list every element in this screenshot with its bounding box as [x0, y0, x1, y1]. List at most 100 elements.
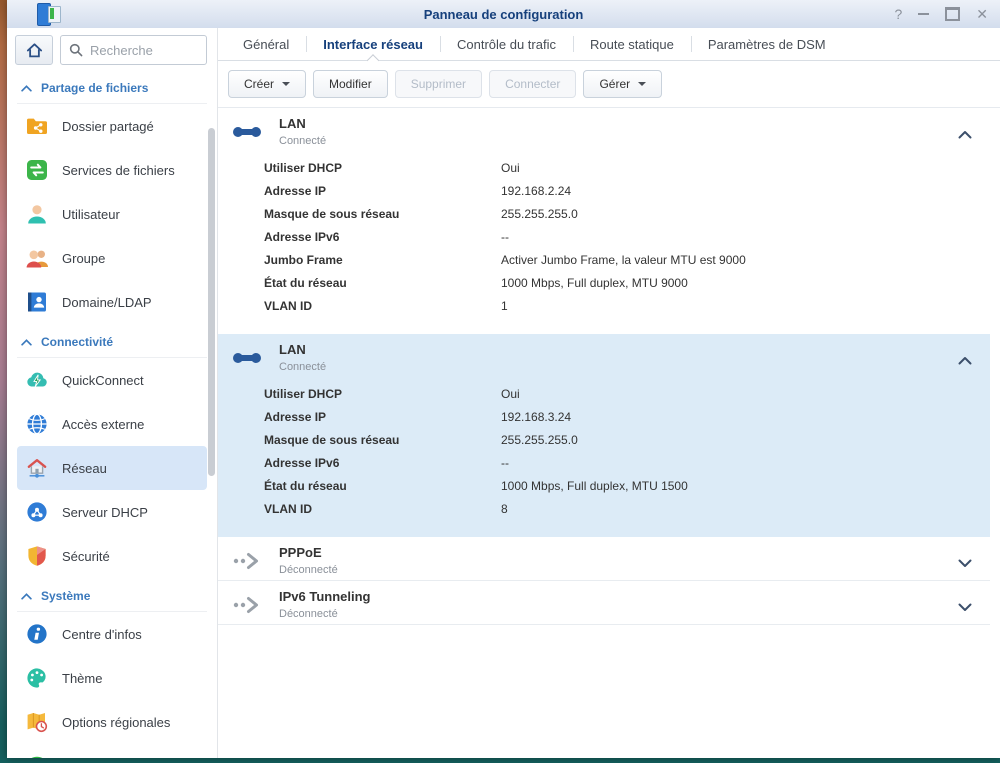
- sidebar-item-label: Dossier partagé: [62, 119, 154, 134]
- field-row: Adresse IP192.168.3.24: [264, 406, 976, 429]
- interface-section-pppoe: PPPoE Déconnecté: [218, 537, 990, 581]
- group-icon: [25, 246, 49, 270]
- dhcp-server-icon: [25, 500, 49, 524]
- help-icon[interactable]: ?: [894, 7, 902, 21]
- modify-button[interactable]: Modifier: [313, 70, 388, 98]
- field-row: État du réseau1000 Mbps, Full duplex, MT…: [264, 272, 976, 295]
- sidebar-item-centre-infos[interactable]: Centre d'infos: [17, 612, 207, 656]
- file-services-icon: [25, 158, 49, 182]
- sidebar-item-label: Centre d'infos: [62, 627, 142, 642]
- interface-status: Connecté: [279, 361, 326, 373]
- sidebar-section-partage[interactable]: Partage de fichiers: [17, 70, 207, 104]
- chat-bubble-icon: [25, 754, 49, 758]
- home-button[interactable]: [15, 35, 53, 65]
- chevron-up-icon: [21, 339, 32, 346]
- close-icon[interactable]: ✕: [976, 7, 988, 21]
- field-row: Utiliser DHCPOui: [264, 383, 976, 406]
- expand-chevron-down-icon[interactable]: [958, 555, 972, 573]
- disconnected-link-icon: [230, 596, 264, 614]
- sidebar-item-label: Réseau: [62, 461, 107, 476]
- sidebar-item-groupe[interactable]: Groupe: [17, 236, 207, 280]
- interface-name: LAN: [279, 116, 326, 131]
- domain-ldap-icon: [25, 290, 49, 314]
- titlebar: Panneau de configuration ? ✕: [7, 0, 1000, 28]
- sidebar-item-utilisateur[interactable]: Utilisateur: [17, 192, 207, 236]
- minimize-icon[interactable]: [918, 13, 929, 15]
- sidebar-item-acces-externe[interactable]: Accès externe: [17, 402, 207, 446]
- interface-header[interactable]: LAN Connecté: [218, 108, 990, 151]
- sidebar-item-label: Sécurité: [62, 549, 110, 564]
- interface-header[interactable]: PPPoE Déconnecté: [218, 537, 990, 580]
- interface-section-lan1: LAN Connecté Utiliser DHCPOui Adresse IP…: [218, 108, 990, 334]
- field-row: Adresse IPv6--: [264, 452, 976, 475]
- expand-chevron-down-icon[interactable]: [958, 599, 972, 617]
- sidebar-item-label: Utilisateur: [62, 207, 120, 222]
- sidebar-section-connectivite[interactable]: Connectivité: [17, 324, 207, 358]
- field-row: Masque de sous réseau255.255.255.0: [264, 429, 976, 452]
- quickconnect-cloud-icon: [25, 368, 49, 392]
- sidebar-item-securite[interactable]: Sécurité: [17, 534, 207, 578]
- interface-header[interactable]: IPv6 Tunneling Déconnecté: [218, 581, 990, 624]
- sidebar-item-label: Domaine/LDAP: [62, 295, 152, 310]
- sidebar-item-notification[interactable]: Notification: [17, 744, 207, 758]
- field-row: Jumbo FrameActiver Jumbo Frame, la valeu…: [264, 249, 976, 272]
- sidebar-item-reseau[interactable]: Réseau: [17, 446, 207, 490]
- tab-interface-reseau[interactable]: Interface réseau: [306, 28, 440, 60]
- create-button[interactable]: Créer: [228, 70, 306, 98]
- field-row: Adresse IPv6--: [264, 226, 976, 249]
- sidebar-item-options-regionales[interactable]: Options régionales: [17, 700, 207, 744]
- connected-link-icon: [230, 350, 264, 366]
- window-title: Panneau de configuration: [424, 7, 584, 22]
- sidebar-item-label: Services de fichiers: [62, 163, 175, 178]
- sidebar-item-label: QuickConnect: [62, 373, 144, 388]
- control-panel-window: Panneau de configuration ? ✕: [7, 0, 1000, 758]
- sidebar-item-theme[interactable]: Thème: [17, 656, 207, 700]
- connected-link-icon: [230, 124, 264, 140]
- search-box: [60, 35, 207, 65]
- interface-section-lan2: LAN Connecté Utiliser DHCPOui Adresse IP…: [218, 334, 990, 537]
- sidebar-item-label: Accès externe: [62, 417, 144, 432]
- sidebar-item-label: Options régionales: [62, 715, 170, 730]
- sidebar-item-serveur-dhcp[interactable]: Serveur DHCP: [17, 490, 207, 534]
- field-row: VLAN ID1: [264, 295, 976, 318]
- interface-name: PPPoE: [279, 545, 338, 560]
- sidebar-item-domaine-ldap[interactable]: Domaine/LDAP: [17, 280, 207, 324]
- shared-folder-icon: [25, 114, 49, 138]
- sidebar-scrollbar[interactable]: [208, 128, 215, 476]
- interface-name: IPv6 Tunneling: [279, 589, 371, 604]
- interface-status: Connecté: [279, 135, 326, 147]
- field-row: État du réseau1000 Mbps, Full duplex, MT…: [264, 475, 976, 498]
- toolbar: Créer Modifier Supprimer Connecter Gérer: [218, 61, 1000, 108]
- search-icon: [68, 42, 84, 58]
- connect-button[interactable]: Connecter: [489, 70, 576, 98]
- shield-icon: [25, 544, 49, 568]
- interface-list: LAN Connecté Utiliser DHCPOui Adresse IP…: [218, 108, 1000, 758]
- control-panel-app-icon: [37, 3, 63, 26]
- info-icon: [25, 622, 49, 646]
- collapse-chevron-up-icon[interactable]: [958, 352, 972, 370]
- maximize-icon[interactable]: [945, 7, 960, 21]
- disconnected-link-icon: [230, 552, 264, 570]
- tab-controle-trafic[interactable]: Contrôle du trafic: [440, 28, 573, 60]
- sidebar-item-services-fichiers[interactable]: Services de fichiers: [17, 148, 207, 192]
- collapse-chevron-up-icon[interactable]: [958, 126, 972, 144]
- sidebar-item-dossier-partage[interactable]: Dossier partagé: [17, 104, 207, 148]
- field-row: VLAN ID8: [264, 498, 976, 521]
- tab-parametres-dsm[interactable]: Paramètres de DSM: [691, 28, 843, 60]
- sidebar-item-label: Serveur DHCP: [62, 505, 148, 520]
- globe-icon: [25, 412, 49, 436]
- manage-button[interactable]: Gérer: [583, 70, 662, 98]
- interface-name: LAN: [279, 342, 326, 357]
- tab-bar: Général Interface réseau Contrôle du tra…: [218, 28, 1000, 61]
- interface-status: Déconnecté: [279, 564, 338, 576]
- interface-details: Utiliser DHCPOui Adresse IP192.168.3.24 …: [218, 377, 990, 537]
- interface-header[interactable]: LAN Connecté: [218, 334, 990, 377]
- network-house-icon: [25, 456, 49, 480]
- sidebar-item-quickconnect[interactable]: QuickConnect: [17, 358, 207, 402]
- user-icon: [25, 202, 49, 226]
- field-row: Adresse IP192.168.2.24: [264, 180, 976, 203]
- tab-general[interactable]: Général: [226, 28, 306, 60]
- tab-route-statique[interactable]: Route statique: [573, 28, 691, 60]
- delete-button[interactable]: Supprimer: [395, 70, 482, 98]
- sidebar-section-systeme[interactable]: Système: [17, 578, 207, 612]
